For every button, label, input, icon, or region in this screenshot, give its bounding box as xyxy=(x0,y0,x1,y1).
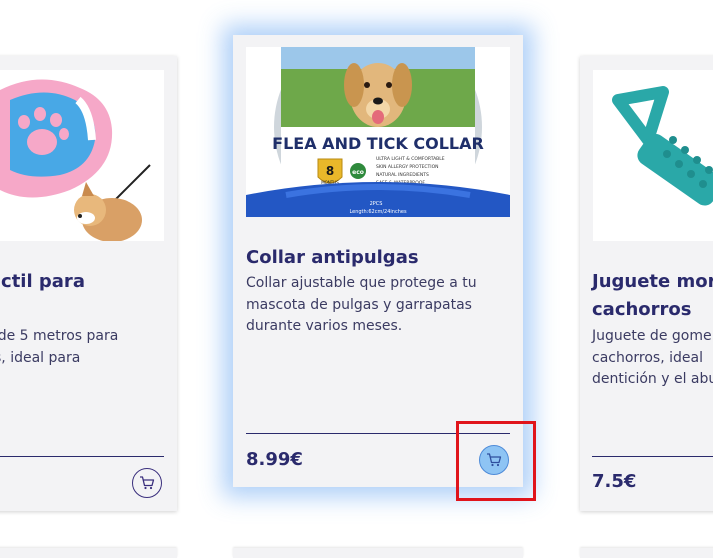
feature-1: ULTRA LIGHT & COMFORTABLE xyxy=(376,156,445,162)
product-image-collar[interactable]: FLEA AND TICK COLLAR 8 MONTHS eco ULTRA … xyxy=(246,47,510,217)
product-image-chew-toy[interactable] xyxy=(593,70,713,241)
divider xyxy=(592,456,713,457)
product-card-next-row xyxy=(580,548,713,558)
product-card-collar[interactable]: FLEA AND TICK COLLAR 8 MONTHS eco ULTRA … xyxy=(233,35,523,487)
product-title[interactable]: Collar antipulgas xyxy=(246,244,511,272)
length-text: Length:62cm/24inches xyxy=(349,209,407,215)
product-card-right[interactable]: Juguete mor cachorros Juguete de gome ca… xyxy=(580,56,713,511)
eco-text: eco xyxy=(352,169,364,176)
product-description: Collar ajustable que protege a tu mascot… xyxy=(246,275,477,334)
product-description: til de 5 metros para ros, ideal para o. xyxy=(0,328,119,366)
product-card-next-row xyxy=(0,548,177,558)
badge-number: 8 xyxy=(326,164,334,178)
feature-2: SKIN ALLERGY PROTECTION xyxy=(376,164,439,170)
product-description: Juguete de gome cachorros, ideal dentici… xyxy=(592,328,713,387)
pcs-text: 2PCS xyxy=(370,201,383,207)
product-card-next-row xyxy=(233,548,523,558)
divider xyxy=(0,456,164,457)
product-title[interactable]: Juguete mor cachorros xyxy=(592,268,713,324)
product-price: 8.99€ xyxy=(246,449,303,470)
product-price: 7.5€ xyxy=(592,471,637,492)
add-to-cart-button[interactable] xyxy=(132,468,162,498)
feature-3: NATURAL INGREDIENTS xyxy=(376,172,429,178)
product-card-left[interactable]: ráctil para til de 5 metros para ros, id… xyxy=(0,56,177,511)
highlight-box xyxy=(456,421,536,501)
product-image-leash[interactable] xyxy=(0,70,164,241)
collar-image-title: FLEA AND TICK COLLAR xyxy=(272,134,484,153)
product-title: ráctil para xyxy=(0,271,85,292)
shopping-cart-icon xyxy=(140,476,155,490)
